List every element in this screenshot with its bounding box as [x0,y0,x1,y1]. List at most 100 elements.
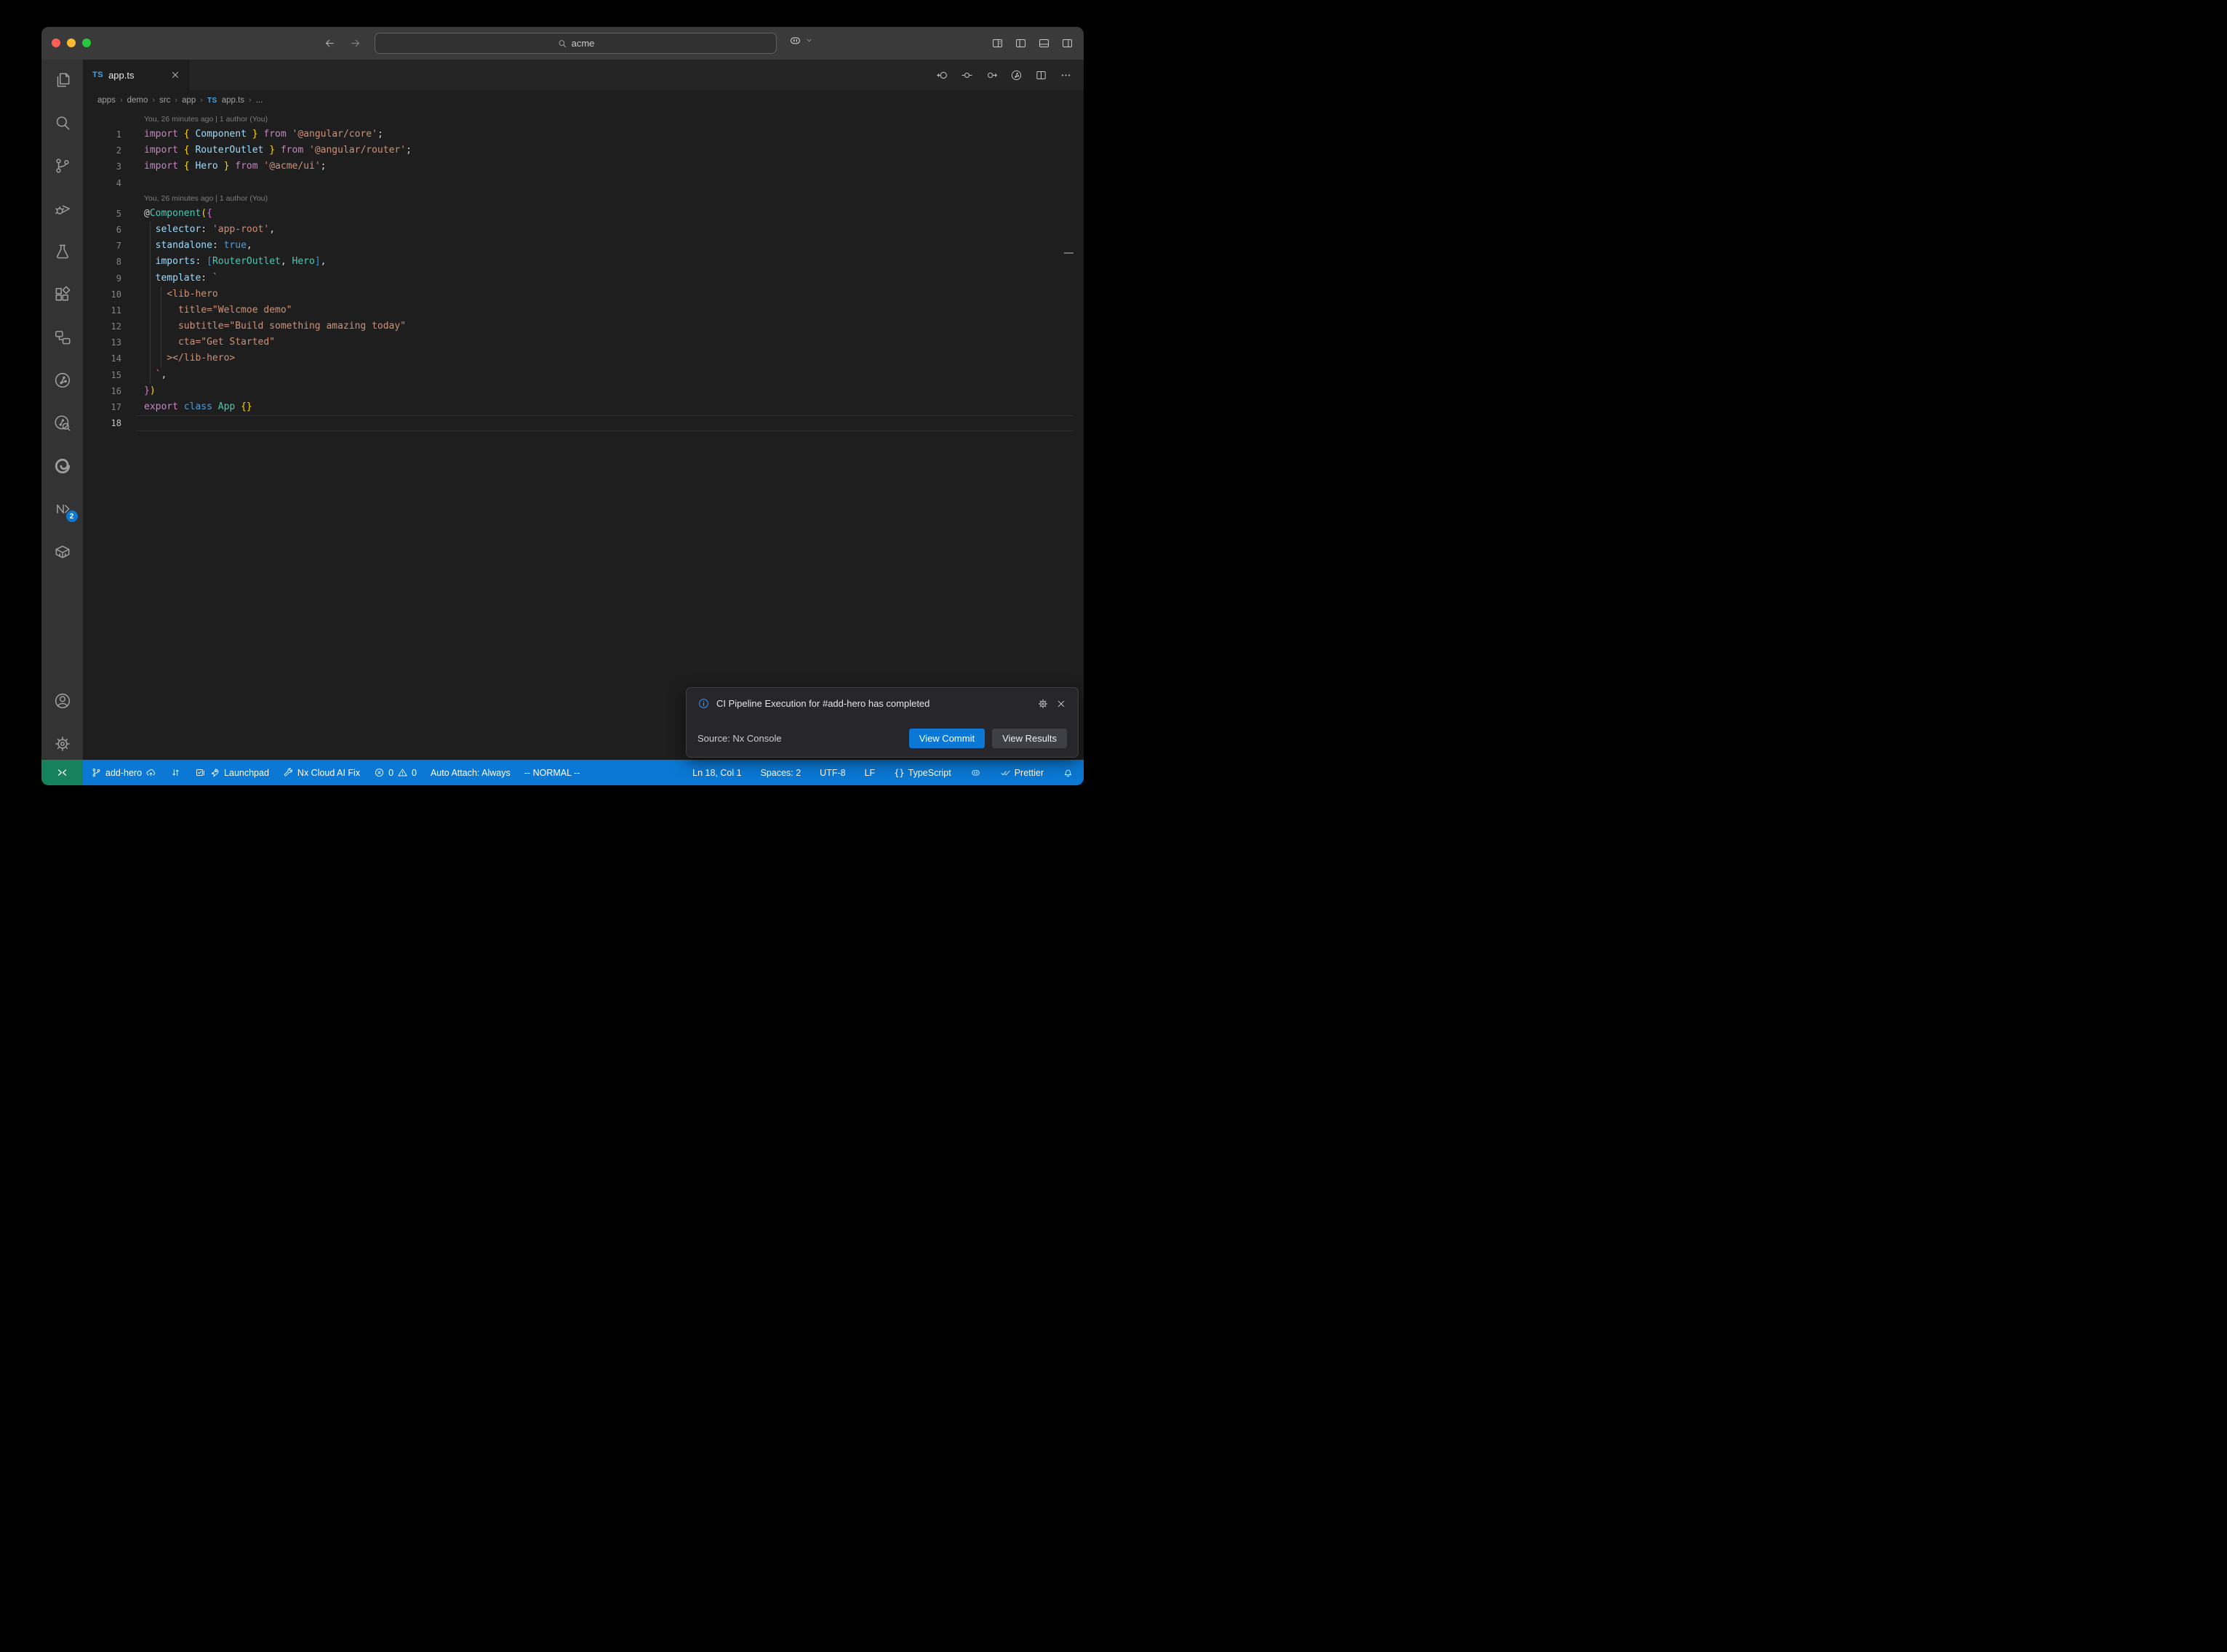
eol-status[interactable]: LF [865,768,876,778]
auto-attach-status[interactable]: Auto Attach: Always [431,768,511,778]
nx-badge: 2 [66,510,78,522]
search-icon [557,39,567,49]
line-content: import { Hero } from '@acme/ui'; [144,159,327,175]
code-line-5[interactable]: 5@Component({ [83,206,1084,222]
wrench-icon [283,767,294,778]
breadcrumb-item[interactable]: demo [127,96,148,105]
code-line-17[interactable]: 17export class App {} [83,399,1084,415]
indent-guide [150,334,151,350]
remote-icon [56,766,68,779]
back-navigation-icon[interactable] [936,69,948,81]
manage-button[interactable] [52,734,73,754]
notification-settings-gear-icon[interactable] [1037,698,1049,710]
search-icon [53,113,72,132]
encoding-status[interactable]: UTF-8 [820,768,845,778]
git-branch-status[interactable]: add-hero [91,767,156,778]
line-content: subtitle="Build something amazing today" [144,318,406,334]
sidebar-item-source-control[interactable] [52,156,73,176]
language-mode-status[interactable]: {} TypeScript [894,768,951,778]
sidebar-item-containers[interactable] [52,542,73,562]
code-line-14[interactable]: 14 ></lib-hero> [83,350,1084,366]
code-line-16[interactable]: 16}) [83,383,1084,399]
toggle-secondary-sidebar-icon[interactable] [1061,37,1073,49]
code-line-18[interactable]: 18 [83,415,1084,431]
code-line-9[interactable]: 9 template: ` [83,270,1084,286]
line-number: 10 [83,286,121,302]
compare-icon [170,767,181,778]
line-content: export class App {} [144,399,252,415]
tab-app-ts[interactable]: TS app.ts [83,60,189,90]
view-results-button[interactable]: View Results [992,729,1067,748]
zoom-window-button[interactable] [82,39,91,47]
sidebar-item-gitlens[interactable] [52,370,73,390]
history-forward-icon[interactable] [349,37,361,49]
accounts-button[interactable] [52,691,73,711]
next-commit-icon[interactable] [985,69,998,81]
sidebar-item-gitlens-search[interactable] [52,413,73,433]
sidebar-item-nx-console[interactable]: 2 [52,499,73,519]
code-line-7[interactable]: 7 standalone: true, [83,238,1084,254]
code-line-2[interactable]: 2import { RouterOutlet } from '@angular/… [83,143,1084,159]
error-icon [374,767,385,778]
nx-cloud-fix-status[interactable]: Nx Cloud AI Fix [283,767,360,778]
commit-icon[interactable] [961,69,973,81]
gitlens-icon [53,371,72,390]
search-value: acme [572,38,595,49]
more-actions-icon[interactable] [1060,69,1072,81]
breadcrumb-item[interactable]: app [182,96,196,105]
indentation-status[interactable]: Spaces: 2 [761,768,801,778]
command-center-search[interactable]: acme [375,33,777,54]
code-line-3[interactable]: 3import { Hero } from '@acme/ui'; [83,159,1084,175]
cursor-position-status[interactable]: Ln 18, Col 1 [692,768,741,778]
history-back-icon[interactable] [324,37,336,49]
sidebar-item-search[interactable] [52,113,73,133]
customize-layout-icon[interactable] [991,37,1004,49]
sidebar-item-run-debug[interactable] [52,199,73,219]
close-tab-icon[interactable] [169,69,181,81]
warning-count: 0 [412,768,417,778]
chevron-right-icon: › [120,96,123,105]
code-line-1[interactable]: 1import { Component } from '@angular/cor… [83,127,1084,143]
indent-guide [150,367,151,383]
toggle-panel-icon[interactable] [1038,37,1050,49]
close-window-button[interactable] [52,39,60,47]
notifications-status[interactable] [1063,767,1073,778]
vim-mode-status[interactable]: -- NORMAL -- [524,768,580,778]
compare-changes-status[interactable] [170,767,181,778]
sidebar-item-explorer[interactable] [52,70,73,90]
notification-close-icon[interactable] [1055,698,1067,710]
indent-guide [150,238,151,254]
code-line-8[interactable]: 8 imports: [RouterOutlet, Hero], [83,254,1084,270]
line-content: import { Component } from '@angular/core… [144,127,383,143]
code-line-11[interactable]: 11 title="Welcmoe demo" [83,302,1084,318]
sidebar-item-testing[interactable] [52,241,73,262]
code-line-12[interactable]: 12 subtitle="Build something amazing tod… [83,318,1084,334]
sidebar-item-browser-tools[interactable] [52,456,73,476]
sidebar-item-extensions[interactable] [52,284,73,305]
breadcrumb-tail[interactable]: ... [256,96,263,105]
problems-status[interactable]: 0 0 [374,767,417,778]
minimize-window-button[interactable] [67,39,76,47]
copilot-status[interactable] [970,767,981,778]
breadcrumb-item[interactable]: apps [97,96,116,105]
toggle-primary-sidebar-icon[interactable] [1015,37,1027,49]
split-editor-icon[interactable] [1035,69,1047,81]
launchpad-status[interactable]: Launchpad [195,767,269,778]
remote-indicator[interactable] [41,760,83,785]
formatter-status[interactable]: Prettier [1000,767,1044,778]
breadcrumb-file[interactable]: app.ts [222,96,244,105]
bell-icon [1063,767,1073,778]
breadcrumb-item[interactable]: src [159,96,170,105]
copilot-menu-button[interactable] [788,33,814,47]
code-line-6[interactable]: 6 selector: 'app-root', [83,222,1084,238]
code-editor[interactable]: You, 26 minutes ago | 1 author (You)1imp… [83,111,1084,760]
notification-title: CI Pipeline Execution for #add-hero has … [716,698,1031,709]
code-line-13[interactable]: 13 cta="Get Started" [83,334,1084,350]
sidebar-item-linked-views[interactable] [52,327,73,348]
code-line-15[interactable]: 15 `, [83,367,1084,383]
tab-label: app.ts [108,70,134,81]
gitlens-graph-icon[interactable] [1010,69,1023,81]
code-line-4[interactable]: 4 [83,175,1084,191]
view-commit-button[interactable]: View Commit [909,729,985,748]
code-line-10[interactable]: 10 <lib-hero [83,286,1084,302]
